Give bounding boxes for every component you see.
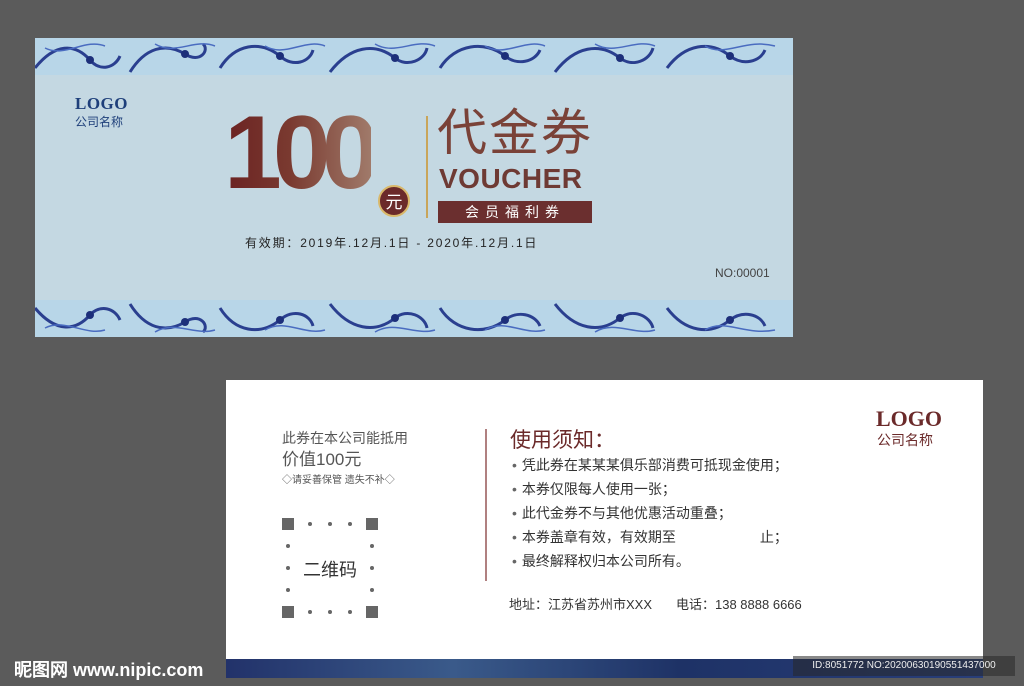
back-company-name: 公司名称 bbox=[877, 432, 933, 448]
qr-code-label: 二维码 bbox=[303, 560, 357, 580]
usage-rule-text: 最终解释权归本公司所有。 bbox=[521, 553, 690, 569]
qr-corner-icon bbox=[282, 518, 294, 530]
usage-rule: • 本券仅限每人使用一张； bbox=[512, 479, 676, 499]
voucher-front: LOGO 公司名称 100 元 代金券 VOUCHER 会员福利券 有效期：20… bbox=[35, 38, 793, 337]
ornament-band-bottom bbox=[35, 300, 793, 337]
qr-corner-icon bbox=[282, 606, 294, 618]
currency-badge: 元 bbox=[378, 185, 410, 217]
qr-corner-icon bbox=[366, 518, 378, 530]
voucher-back: LOGO 公司名称 此券在本公司能抵用 价值100元 ◇请妥善保管 遗失不补◇ … bbox=[226, 380, 983, 678]
bullet-icon: • bbox=[512, 553, 517, 569]
bullet-icon: • bbox=[512, 457, 517, 473]
voucher-title-en: VOUCHER bbox=[439, 163, 583, 194]
usage-rule: • 此代金券不与其他优惠活动重叠； bbox=[512, 503, 732, 523]
qr-dot-icon bbox=[286, 588, 290, 592]
qr-dot-icon bbox=[370, 544, 374, 548]
front-logo: LOGO bbox=[75, 94, 129, 113]
usage-rule: • 最终解释权归本公司所有。 bbox=[512, 551, 690, 571]
usage-rule-text: 凭此券在某某某俱乐部消费可抵现金使用； bbox=[521, 457, 788, 473]
usage-rule: • 本券盖章有效，有效期至 止； bbox=[512, 527, 788, 547]
back-logo: LOGO bbox=[876, 406, 943, 431]
bullet-icon: • bbox=[512, 481, 517, 497]
member-benefit-banner: 会员福利券 bbox=[438, 201, 592, 223]
bullet-icon: • bbox=[512, 529, 517, 545]
gold-divider bbox=[426, 116, 428, 218]
usage-rule-text: 本券盖章有效，有效期至 止； bbox=[521, 529, 788, 545]
usage-rule-text: 此代金券不与其他优惠活动重叠； bbox=[521, 505, 732, 521]
qr-dot-icon bbox=[328, 522, 332, 526]
qr-dot-icon bbox=[286, 544, 290, 548]
qr-dot-icon bbox=[348, 522, 352, 526]
qr-code-placeholder: 二维码 bbox=[282, 518, 378, 618]
voucher-amount: 100 bbox=[224, 95, 380, 211]
usage-rule: • 凭此券在某某某俱乐部消费可抵现金使用； bbox=[512, 455, 788, 475]
qr-dot-icon bbox=[308, 610, 312, 614]
bullet-icon: • bbox=[512, 505, 517, 521]
keep-safe-note: ◇请妥善保管 遗失不补◇ bbox=[282, 475, 395, 486]
vertical-divider bbox=[485, 429, 487, 581]
qr-dot-icon bbox=[308, 522, 312, 526]
address: 地址：江苏省苏州市XXX bbox=[509, 597, 653, 612]
usage-rule-text: 本券仅限每人使用一张； bbox=[521, 481, 676, 497]
qr-corner-icon bbox=[366, 606, 378, 618]
image-id-watermark: ID:8051772 NO:20200630190551437000 bbox=[793, 656, 1015, 676]
usage-rules-title: 使用须知： bbox=[510, 429, 615, 452]
site-watermark: 昵图网 www.nipic.com bbox=[14, 660, 204, 680]
redeem-value: 价值100元 bbox=[282, 450, 362, 469]
serial-number: NO:00001 bbox=[715, 266, 770, 280]
ornament-band-top bbox=[35, 38, 793, 75]
front-company-name: 公司名称 bbox=[75, 115, 124, 129]
qr-dot-icon bbox=[370, 588, 374, 592]
validity-period: 有效期：2019年.12月.1日 - 2020年.12月.1日 bbox=[245, 236, 539, 250]
qr-dot-icon bbox=[348, 610, 352, 614]
voucher-title-cn: 代金券 bbox=[437, 105, 593, 161]
phone-number: 电话：138 8888 6666 bbox=[676, 597, 802, 612]
qr-dot-icon bbox=[328, 610, 332, 614]
